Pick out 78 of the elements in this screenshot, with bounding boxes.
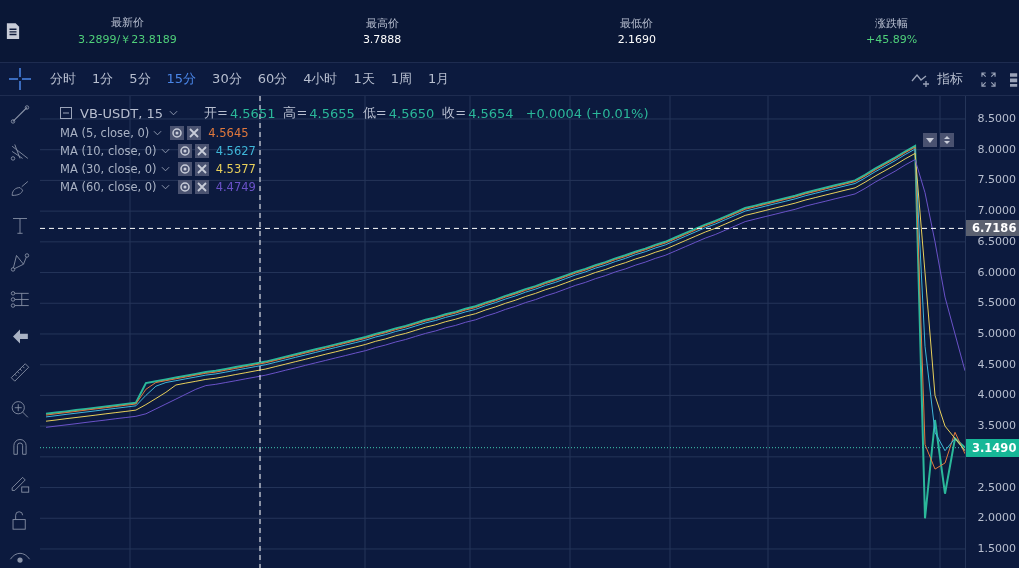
stat-label: 涨跌幅	[875, 16, 909, 31]
eye-toggle-icon[interactable]	[177, 180, 192, 194]
price-tick: 4.5000	[977, 357, 1016, 371]
ma-value: 4.5645	[208, 126, 249, 140]
layout-icon[interactable]	[1010, 71, 1019, 87]
ohlc-label: 开=	[204, 104, 228, 122]
interval-tab[interactable]: 1分	[84, 70, 122, 88]
interval-tab[interactable]: 5分	[121, 70, 159, 88]
price-tick: 5.0000	[977, 326, 1016, 340]
interval-tab[interactable]: 60分	[249, 70, 296, 88]
ohlc-value: 4.5655	[309, 105, 355, 121]
crosshair-icon[interactable]	[8, 67, 32, 91]
ma-value: 4.5377	[215, 162, 256, 176]
interval-tab[interactable]: 分时	[42, 70, 84, 88]
stat-value: 3.7888	[362, 33, 402, 46]
interval-tab[interactable]: 4小时	[295, 70, 346, 88]
ma-label[interactable]: MA (60, close, 0)	[60, 180, 157, 194]
ohlc-label: 收=	[442, 104, 467, 122]
ma-label[interactable]: MA (5, close, 0)	[60, 126, 150, 140]
measure-icon[interactable]	[9, 288, 31, 310]
price-tick: 5.5000	[977, 296, 1016, 310]
price-tick: 3.5000	[977, 419, 1016, 433]
eye-toggle-icon[interactable]	[177, 144, 192, 158]
price-tick: 8.0000	[977, 142, 1016, 156]
collapse-icon[interactable]	[60, 107, 72, 119]
indicator-button[interactable]: 指标	[933, 70, 967, 88]
ohlc-label: 低=	[362, 104, 387, 122]
ohlc-value: 4.5651	[229, 105, 276, 121]
symbol-label[interactable]: VB-USDT, 15	[80, 105, 164, 121]
crosshair-price-label: 6.7186	[966, 220, 1019, 237]
chevron-icon[interactable]	[160, 184, 170, 190]
close-icon[interactable]	[194, 162, 209, 176]
chevron-icon[interactable]	[153, 130, 163, 136]
chevron-icon[interactable]	[160, 166, 170, 172]
stat-value: 2.1690	[617, 33, 657, 46]
stat-label: 最低价	[620, 16, 654, 31]
interval-tab[interactable]: 1周	[382, 70, 421, 88]
ma-label[interactable]: MA (30, close, 0)	[60, 162, 157, 176]
price-tick: 1.5000	[977, 541, 1016, 555]
close-icon[interactable]	[194, 180, 209, 194]
eye-toggle-icon[interactable]	[170, 126, 185, 140]
change-value: +0.0004 (+0.01%)	[525, 105, 649, 121]
chevron-icon[interactable]	[169, 110, 179, 116]
price-tick: 6.5000	[977, 234, 1016, 248]
last-price-label: 3.1490	[966, 438, 1019, 457]
interval-tab[interactable]: 1月	[420, 70, 458, 88]
ohlc-label: 高=	[283, 104, 308, 122]
stat-value: 3.2899/￥23.8189	[78, 32, 177, 47]
ohlc-value: 4.5650	[388, 105, 435, 121]
stat-label: 最新价	[110, 15, 144, 30]
stat-label: 最高价	[365, 16, 399, 31]
price-tick: 4.0000	[977, 388, 1016, 402]
price-tick: 7.5000	[977, 173, 1016, 187]
price-tick: 7.0000	[977, 204, 1016, 218]
document-icon[interactable]	[6, 22, 20, 40]
interval-tab[interactable]: 15分	[158, 70, 205, 88]
sort-icon[interactable]	[940, 133, 954, 147]
price-tick: 2.5000	[977, 480, 1016, 494]
stat-value: +45.89%	[866, 33, 918, 46]
dropdown-icon[interactable]	[923, 133, 937, 147]
eye-toggle-icon[interactable]	[177, 162, 192, 176]
ma-label[interactable]: MA (10, close, 0)	[60, 144, 157, 158]
pattern-icon[interactable]	[9, 251, 31, 273]
fullscreen-icon[interactable]	[981, 71, 996, 87]
ruler-icon[interactable]	[9, 362, 31, 384]
zoom-in-icon[interactable]	[9, 399, 31, 421]
close-icon[interactable]	[187, 126, 202, 140]
ma-value: 4.4749	[215, 180, 256, 194]
chevron-icon[interactable]	[160, 148, 170, 154]
price-tick: 8.5000	[977, 111, 1016, 125]
trend-line-icon[interactable]	[9, 104, 31, 125]
interval-tab[interactable]: 30分	[204, 70, 250, 88]
price-tick: 2.0000	[977, 511, 1016, 525]
close-icon[interactable]	[194, 144, 209, 158]
price-tick: 6.0000	[977, 265, 1016, 279]
ohlc-value: 4.5654	[468, 105, 514, 121]
interval-tab[interactable]: 1天	[345, 70, 383, 88]
ma-value: 4.5627	[215, 144, 256, 158]
